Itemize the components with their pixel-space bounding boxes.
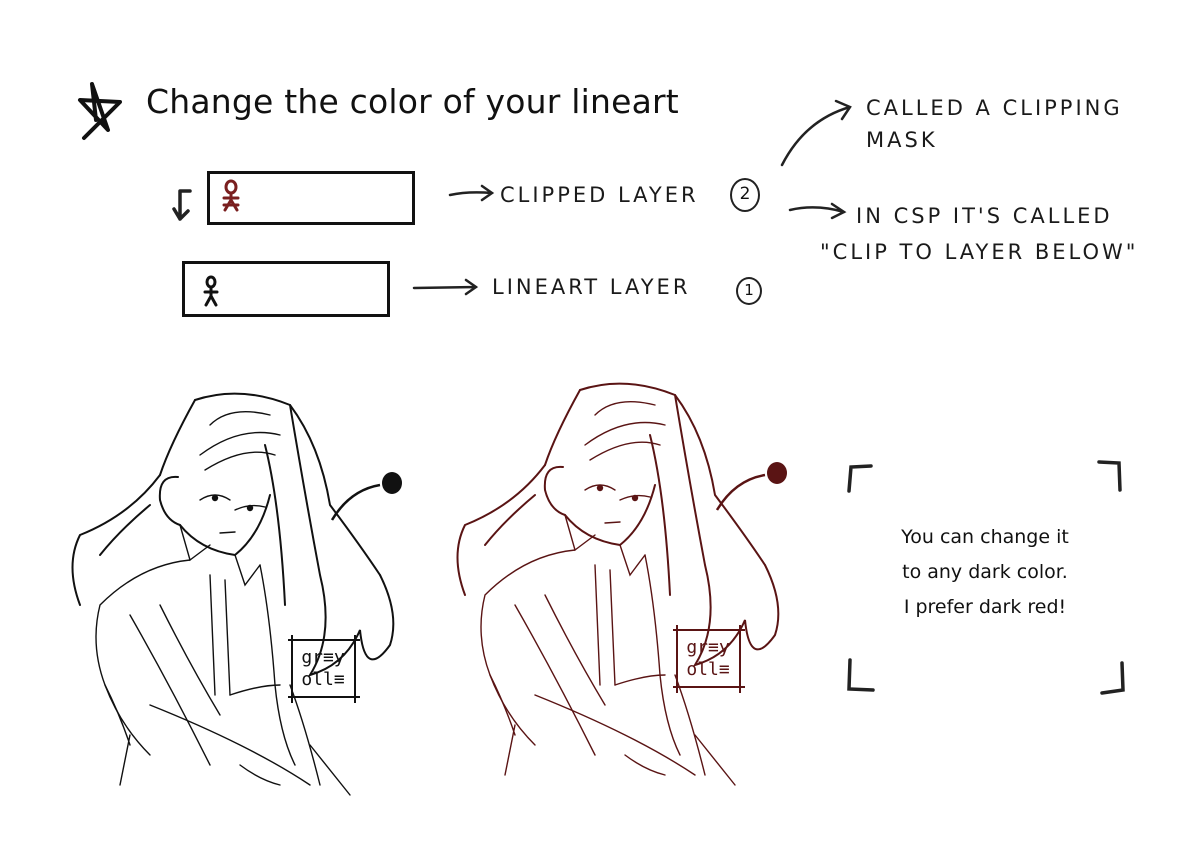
tip-text: You can change it to any dark color. I p…: [901, 526, 1069, 618]
lineart-stroke: [579, 382, 766, 566]
black-lineart-drawing: gr≡yoll≡: [71, 392, 402, 796]
lineart-layer-box: [182, 261, 390, 317]
color-pointer-line: [330, 483, 381, 521]
lineart-stroke: [504, 724, 516, 776]
dark-red-lineart-illustration: gr≡y oll≡: [445, 375, 805, 795]
lineart-stroke: [480, 549, 576, 746]
lineart-stroke: [644, 554, 681, 756]
lineart-stroke: [149, 704, 311, 786]
lineart-stroke: [674, 674, 706, 776]
lineart-stroke: [224, 579, 231, 696]
figure-icon-red: [222, 179, 240, 212]
clipping-mask-note: CALLED A CLIPPING MASK: [866, 96, 1123, 152]
lineart-stroke: [239, 764, 281, 786]
signature-text: oll≡: [686, 659, 730, 680]
eye-pupil: [246, 504, 254, 512]
dark-red-lineart-drawing: gr≡yoll≡: [456, 382, 787, 786]
lineart-stroke: [194, 392, 381, 576]
clipped-layer-box: [207, 171, 415, 225]
lineart-stroke: [209, 410, 271, 426]
figure-icon-black: [203, 275, 219, 307]
arrow-icon: [448, 184, 495, 202]
clipped-layer-label: CLIPPED LAYER: [500, 183, 699, 207]
lineart-stroke: [514, 604, 596, 756]
lineart-stroke: [129, 614, 211, 766]
lineart-stroke: [119, 734, 131, 786]
lineart-layer-row: LINEART LAYER 1: [170, 255, 770, 325]
lineart-stroke: [564, 484, 656, 547]
lineart-stroke: [489, 674, 516, 736]
signature-stamp: gr≡yoll≡: [288, 635, 360, 703]
clipped-layer-row: CLIPPED LAYER 2: [170, 165, 770, 235]
eye-pupil: [211, 494, 219, 502]
lineart-stroke: [584, 421, 666, 446]
color-pointer-line: [715, 473, 766, 511]
tip-box: You can change it to any dark color. I p…: [840, 455, 1130, 700]
lineart-stroke: [594, 564, 601, 686]
lineart-stroke: [209, 574, 216, 696]
lineart-stroke: [264, 444, 286, 606]
signature-stamp: gr≡yoll≡: [673, 625, 745, 693]
lineart-stroke: [614, 674, 666, 686]
lineart-stroke: [624, 754, 666, 776]
lineart-stroke: [289, 404, 395, 677]
lineart-stroke: [199, 431, 281, 456]
lineart-stroke: [104, 684, 131, 746]
page-title: Change the color of your lineart: [146, 82, 679, 121]
corner-bracket-icon: [847, 658, 875, 692]
lineart-stroke: [456, 464, 546, 596]
csp-note: IN CSP IT'S CALLED "CLIP TO LAYER BELOW": [820, 204, 1139, 264]
lineart-stroke: [289, 684, 321, 786]
corner-bracket-icon: [1100, 661, 1125, 695]
color-swatch-dot: [767, 462, 787, 484]
signature-text: oll≡: [301, 669, 345, 690]
lineart-stroke: [159, 399, 196, 476]
lineart-stroke: [179, 494, 271, 557]
layer-order-badge-2: 2: [730, 178, 760, 212]
lineart-stroke: [99, 504, 151, 556]
lineart-stroke: [159, 604, 221, 716]
lineart-stroke: [543, 465, 566, 516]
corner-bracket-icon: [847, 464, 873, 493]
lineart-stroke: [234, 554, 261, 587]
star-icon: [78, 82, 122, 140]
lineart-stroke: [204, 451, 276, 471]
lineart-stroke: [609, 569, 616, 686]
lineart-stroke: [534, 694, 696, 776]
layer-order-badge-1: 1: [736, 277, 762, 305]
lineart-stroke: [544, 594, 606, 706]
signature-text: gr≡y: [686, 637, 730, 658]
lineart-stroke: [594, 400, 656, 416]
color-swatch-dot: [382, 472, 402, 494]
signature-text: gr≡y: [301, 647, 345, 668]
lineart-stroke: [95, 559, 191, 756]
lineart-stroke: [229, 684, 281, 696]
black-lineart-illustration: gr≡y oll≡: [60, 385, 420, 800]
eye-pupil: [631, 494, 639, 502]
curved-arrow-icon: [780, 99, 852, 167]
lineart-stroke: [71, 474, 161, 606]
eye-pupil: [596, 484, 604, 492]
lineart-stroke: [219, 531, 236, 534]
lineart-stroke: [158, 475, 181, 526]
lineart-stroke: [604, 521, 621, 524]
lineart-stroke: [484, 494, 536, 546]
down-arrow-icon: [172, 189, 192, 221]
corner-bracket-icon: [1097, 460, 1122, 492]
lineart-stroke: [619, 544, 646, 577]
lineart-stroke: [589, 441, 661, 461]
lineart-stroke: [544, 389, 581, 466]
lineart-stroke: [649, 434, 671, 596]
lineart-stroke: [259, 564, 296, 766]
lineart-stroke: [674, 394, 780, 667]
arrow-icon: [412, 278, 479, 296]
lineart-layer-label: LINEART LAYER: [492, 275, 691, 299]
